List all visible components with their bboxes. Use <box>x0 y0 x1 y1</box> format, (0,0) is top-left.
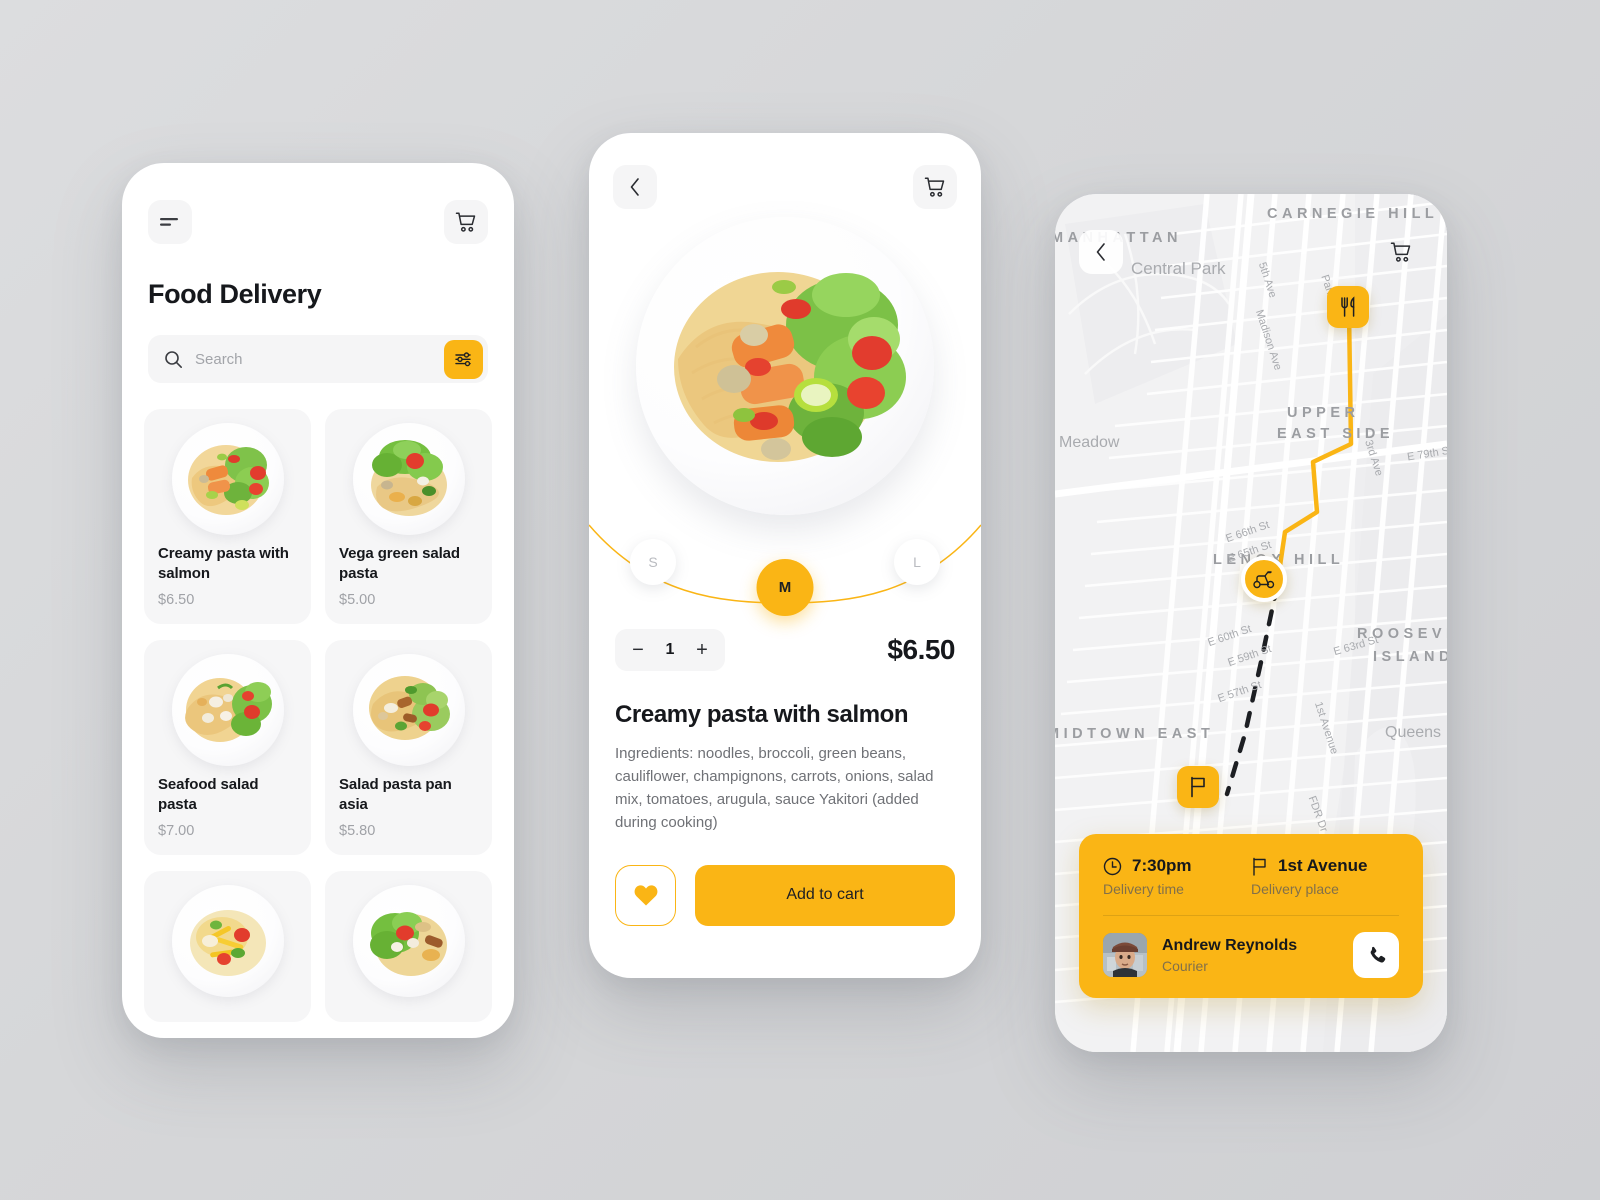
favorite-button[interactable] <box>615 864 676 926</box>
clock-icon <box>1103 857 1122 876</box>
hamburger-menu-button[interactable] <box>148 200 192 244</box>
courier-row: Andrew Reynolds Courier <box>1103 932 1399 978</box>
shopping-cart-icon <box>1389 241 1413 263</box>
hamburger-menu-icon <box>160 216 180 228</box>
courier-name: Andrew Reynolds <box>1162 936 1298 954</box>
quantity-decrement-button[interactable]: − <box>621 633 655 667</box>
dish-ingredients: Ingredients: noodles, broccoli, green be… <box>615 745 934 831</box>
filter-sliders-icon <box>454 351 474 367</box>
detail-actions: Add to cart <box>589 835 981 926</box>
dish-image-pan-asia <box>352 653 465 766</box>
dish-hero <box>589 195 981 525</box>
courier-marker[interactable] <box>1241 556 1287 602</box>
food-card[interactable]: Creamy pasta with salmon $6.50 <box>144 409 311 624</box>
food-card-price: $7.00 <box>158 822 195 839</box>
dish-image-partial-two <box>352 884 465 997</box>
search-input[interactable] <box>195 335 444 383</box>
search-bar[interactable] <box>148 335 488 383</box>
delivery-time-label: Delivery time <box>1103 881 1184 897</box>
shopping-cart-icon <box>923 176 947 198</box>
delivery-place-head: 1st Avenue <box>1251 856 1399 876</box>
call-courier-button[interactable] <box>1353 932 1399 978</box>
food-card[interactable]: Salad pasta pan asia $5.80 <box>325 639 492 855</box>
dish-price: $6.50 <box>887 634 955 665</box>
dish-image-salmon-pasta <box>171 423 284 535</box>
menu-topbar <box>122 163 514 244</box>
food-card-name: Creamy pasta with salmon <box>158 545 289 582</box>
food-thumbnail <box>158 884 297 997</box>
food-card[interactable] <box>144 870 311 1022</box>
delivery-summary-row: 7:30pm Delivery time 1st Avenue Delivery… <box>1103 856 1399 897</box>
courier-avatar <box>1103 933 1147 977</box>
food-thumbnail <box>158 423 297 535</box>
food-card-name: Salad pasta pan asia <box>339 775 452 813</box>
search-icon <box>164 350 183 369</box>
flag-icon <box>1251 857 1268 876</box>
quantity-increment-button[interactable]: + <box>685 633 719 667</box>
food-thumbnail <box>339 423 478 535</box>
destination-marker[interactable] <box>1177 766 1219 808</box>
dish-image-seafood-salad <box>171 653 284 766</box>
add-to-cart-button[interactable]: Add to cart <box>695 864 955 926</box>
phone-icon <box>1366 945 1387 966</box>
detail-topbar <box>589 133 981 209</box>
food-card-price: $5.80 <box>339 822 376 839</box>
map-topbar <box>1055 230 1447 274</box>
dish-image-creamy-pasta-salmon <box>636 217 934 515</box>
delivery-time-column: 7:30pm Delivery time <box>1103 856 1251 897</box>
food-card[interactable]: Seafood salad pasta $7.00 <box>144 639 311 855</box>
map-screen: CARNEGIE HILL MANHATTAN UPPER EAST SIDE … <box>1055 194 1447 1052</box>
heart-icon <box>633 883 659 907</box>
food-card[interactable]: Vega green salad pasta $5.00 <box>325 409 492 624</box>
chevron-left-icon <box>1095 242 1107 262</box>
size-option-m[interactable]: M <box>756 559 814 616</box>
dish-title: Creamy pasta with salmon <box>615 701 909 728</box>
page-title: Food Delivery <box>148 279 322 309</box>
food-cards-grid: Creamy pasta with salmon $6.50 Vega gree… <box>144 409 492 1022</box>
restaurant-marker[interactable] <box>1327 286 1369 328</box>
flag-marker-icon <box>1188 776 1208 798</box>
cart-button[interactable] <box>913 165 957 209</box>
shopping-cart-icon <box>454 211 478 233</box>
food-card-price: $5.00 <box>339 591 376 608</box>
cart-button[interactable] <box>444 200 488 244</box>
quantity-price-row: − 1 + $6.50 <box>589 609 981 671</box>
courier-text: Andrew Reynolds Courier <box>1162 937 1297 974</box>
dish-image-partial-one <box>171 884 284 997</box>
delivery-info-card: 7:30pm Delivery time 1st Avenue Delivery… <box>1079 834 1423 998</box>
back-button[interactable] <box>613 165 657 209</box>
restaurant-food-marker-icon <box>1337 296 1359 318</box>
size-option-l[interactable]: L <box>894 539 940 585</box>
delivery-place-label: Delivery place <box>1251 881 1339 897</box>
cart-button[interactable] <box>1379 230 1423 274</box>
delivery-place-value: 1st Avenue <box>1278 856 1368 875</box>
quantity-stepper[interactable]: − 1 + <box>615 629 725 671</box>
delivery-place-column: 1st Avenue Delivery place <box>1251 856 1399 897</box>
courier-role: Courier <box>1162 957 1208 974</box>
food-thumbnail <box>339 653 478 766</box>
filter-button[interactable] <box>444 339 483 379</box>
food-card-name: Seafood salad pasta <box>158 775 259 813</box>
dish-image-vega-green-salad <box>352 423 465 535</box>
food-card-price: $6.50 <box>158 591 195 608</box>
back-button[interactable] <box>1079 230 1123 274</box>
quantity-value: 1 <box>665 641 675 658</box>
delivery-card-divider <box>1103 915 1399 916</box>
food-card[interactable] <box>325 870 492 1022</box>
food-card-name: Vega green salad pasta <box>339 545 460 582</box>
chevron-left-icon <box>629 177 641 197</box>
size-selector: S M L <box>589 517 981 616</box>
detail-screen: S M L − 1 + $6.50 Creamy pasta with salm… <box>589 133 981 978</box>
food-thumbnail <box>158 653 297 766</box>
food-thumbnail <box>339 884 478 997</box>
menu-screen: Food Delivery Search Creamy pasta with s… <box>122 163 514 1038</box>
delivery-time-head: 7:30pm <box>1103 856 1251 876</box>
size-option-s[interactable]: S <box>630 539 676 585</box>
scooter-courier-icon <box>1252 569 1276 589</box>
delivery-time-value: 7:30pm <box>1132 856 1192 875</box>
